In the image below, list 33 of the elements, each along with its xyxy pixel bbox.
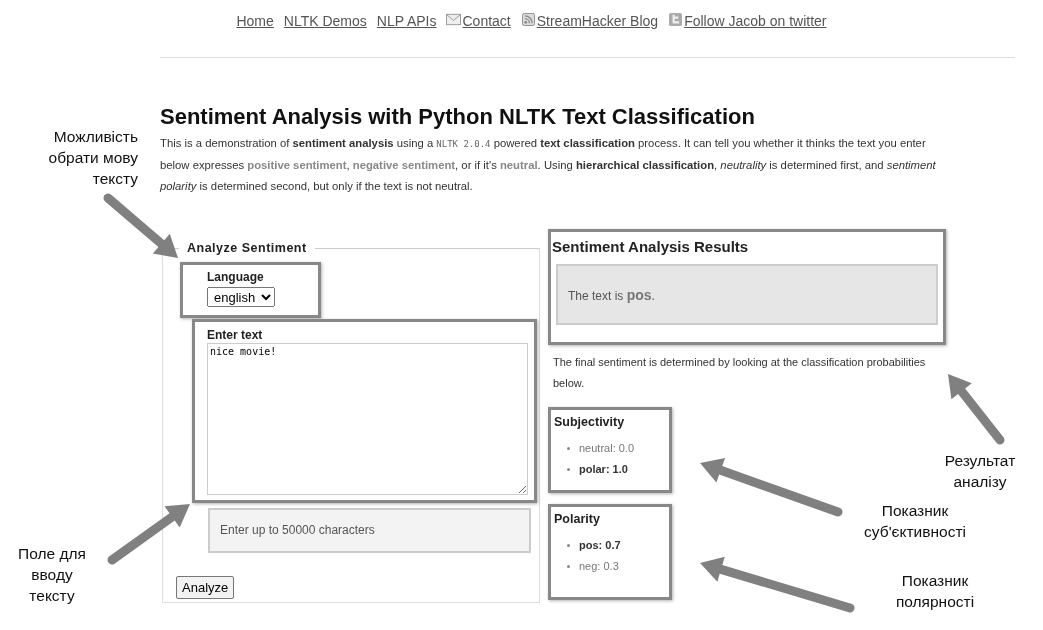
probability-item: polar: 1.0 (567, 459, 666, 480)
page-title: Sentiment Analysis with Python NLTK Text Classification (160, 104, 756, 130)
callout-label: Поле для вводу тексту (17, 544, 87, 606)
results-title: Sentiment Analysis Results (552, 238, 750, 255)
nav-link[interactable]: NLP APIs (376, 13, 437, 29)
nav-link[interactable]: Home (236, 13, 274, 29)
form-legend: Analyze Sentiment (179, 241, 315, 255)
intro-paragraph: This is a demonstration of sentiment analysis using a NLTK 2.0.4 powered text classification process. It can tell you whether it thinks the text you enter below expresses positive sentiment, negative sentiment, or if it's neutral. Using hierarchical classification, neutrality is determined first, and sentiment polarity is determined second, but only if the text is not neutral. (160, 136, 937, 194)
t-logo-icon (668, 13, 684, 26)
nav-link[interactable]: StreamHacker Blog (520, 13, 659, 29)
probability-item: pos: 0.7 (567, 535, 666, 556)
hint-box: Enter up to 50000 characters (208, 508, 531, 553)
language-label: Language (207, 270, 265, 284)
callout-label: Результат аналізу (943, 451, 1017, 492)
analyze-button[interactable]: Analyze (176, 576, 235, 599)
probability-item: neutral: 0.0 (567, 438, 666, 459)
envelope-icon (446, 13, 462, 26)
text-label: Enter text (207, 328, 264, 342)
nav-link[interactable]: NLTK Demos (283, 13, 367, 29)
callout-label: Можливість обрати мову тексту (47, 127, 138, 189)
nav-link[interactable]: Contact (446, 13, 511, 29)
rss-icon (520, 13, 536, 26)
callout-label: Показник полярності (894, 571, 976, 612)
callout-label: Показник суб'єктивності (863, 501, 967, 542)
probability-title: Subjectivity (554, 415, 626, 429)
text-input[interactable]: nice movie! (207, 343, 528, 495)
callout-arrow (948, 374, 1005, 445)
probability-item: neg: 0.3 (567, 556, 666, 577)
language-select[interactable]: english (207, 287, 275, 307)
probability-title: Polarity (554, 512, 601, 526)
nav-link[interactable]: Follow Jacob on twitter (668, 13, 827, 29)
results-note: The final sentiment is determined by looking at the classification probabilities below. (553, 355, 927, 391)
verdict-box: The text is pos. (556, 264, 938, 325)
